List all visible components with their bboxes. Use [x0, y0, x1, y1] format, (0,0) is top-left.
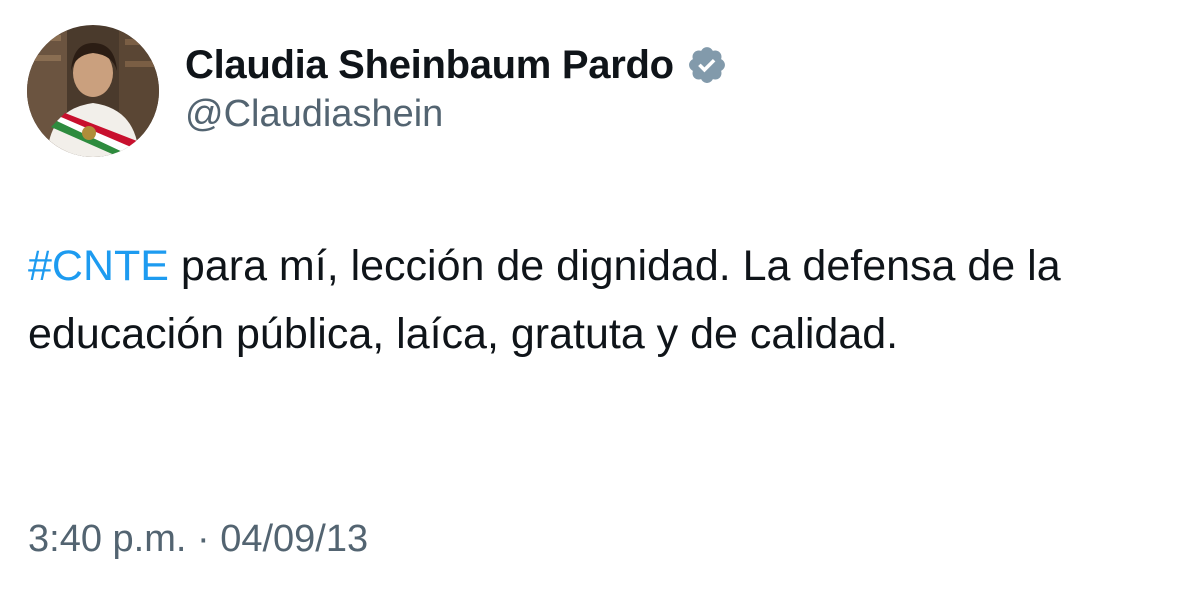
- profile-photo-avatar: [27, 25, 159, 157]
- timestamp-separator: ·: [196, 518, 210, 560]
- author-name-row[interactable]: Claudia Sheinbaum Pardo: [185, 40, 728, 90]
- tweet-text: #CNTE para mí, lección de dignidad. La d…: [28, 232, 1138, 368]
- author-display-name[interactable]: Claudia Sheinbaum Pardo: [185, 43, 674, 88]
- tweet-body: para mí, lección de dignidad. La defensa…: [28, 242, 1061, 358]
- tweet-date: 04/09/13: [220, 518, 369, 560]
- tweet-timestamp[interactable]: 3:40 p.m. · 04/09/13: [28, 518, 368, 561]
- verified-badge-icon: [688, 47, 725, 83]
- hashtag-link[interactable]: #CNTE: [28, 242, 169, 290]
- author-avatar[interactable]: [27, 25, 159, 157]
- author-handle[interactable]: @Claudiashein: [185, 93, 443, 136]
- tweet-time: 3:40 p.m.: [28, 518, 187, 560]
